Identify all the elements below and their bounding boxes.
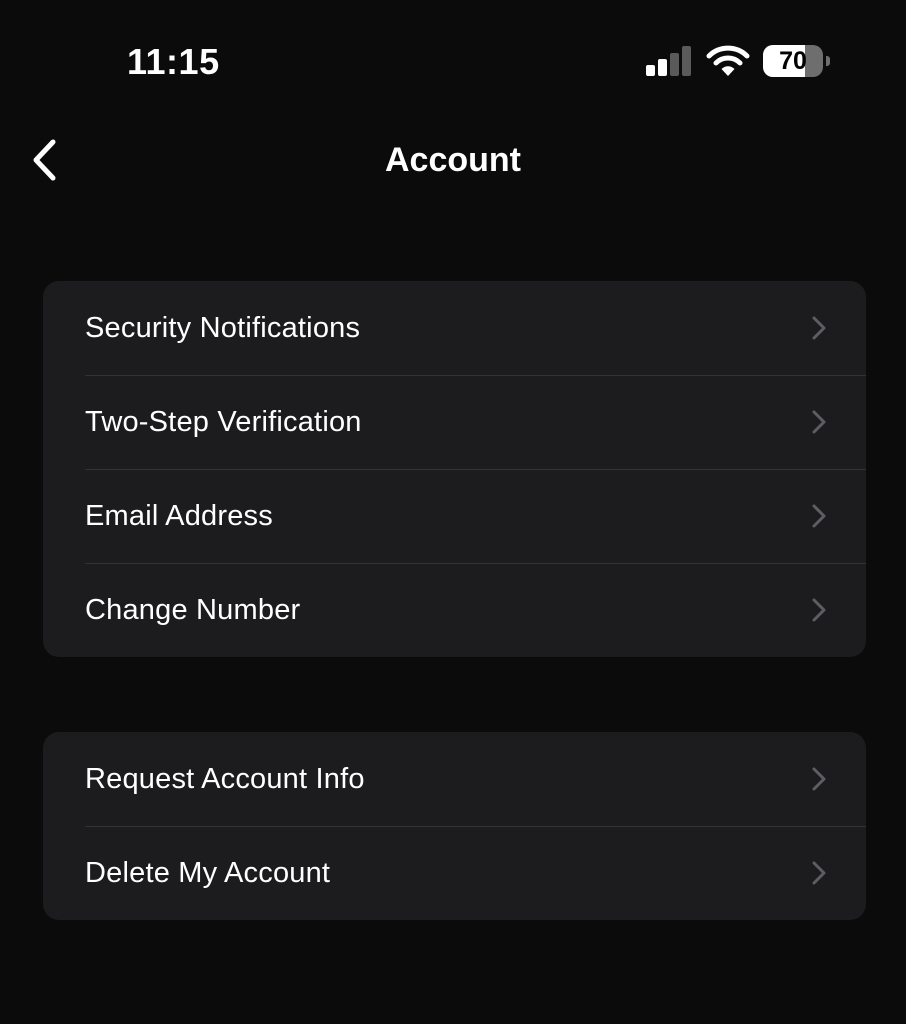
signal-bar-1: [646, 65, 655, 76]
chevron-right-icon: [812, 410, 826, 434]
request-account-info-row[interactable]: Request Account Info: [43, 732, 866, 826]
chevron-right-icon: [812, 861, 826, 885]
chevron-right-icon: [812, 767, 826, 791]
navigation-bar: Account: [0, 120, 906, 200]
chevron-right-icon: [812, 598, 826, 622]
row-label: Delete My Account: [85, 857, 331, 889]
signal-bar-2: [658, 59, 667, 76]
row-label: Request Account Info: [85, 763, 365, 795]
delete-my-account-row[interactable]: Delete My Account: [43, 826, 866, 920]
battery-cap: [826, 56, 830, 66]
settings-group-account: Security Notifications Two-Step Verifica…: [43, 281, 866, 657]
page-title: Account: [385, 141, 521, 179]
battery-icon: 70: [763, 45, 831, 77]
chevron-right-icon: [812, 504, 826, 528]
change-number-row[interactable]: Change Number: [43, 563, 866, 657]
signal-bar-4: [682, 46, 691, 76]
battery-body: 70: [763, 45, 823, 77]
security-notifications-row[interactable]: Security Notifications: [43, 281, 866, 375]
cellular-signal-icon: [646, 46, 692, 76]
row-label: Two-Step Verification: [85, 406, 362, 438]
battery-percent: 70: [779, 47, 807, 75]
wifi-icon: [706, 44, 750, 78]
email-address-row[interactable]: Email Address: [43, 469, 866, 563]
row-label: Email Address: [85, 500, 273, 532]
chevron-right-icon: [812, 316, 826, 340]
status-time: 11:15: [127, 41, 220, 82]
row-label: Change Number: [85, 594, 301, 626]
signal-bar-3: [670, 53, 679, 76]
settings-group-data: Request Account Info Delete My Account: [43, 732, 866, 920]
row-label: Security Notifications: [85, 312, 361, 344]
status-bar: 11:15 70: [0, 0, 906, 110]
two-step-verification-row[interactable]: Two-Step Verification: [43, 375, 866, 469]
